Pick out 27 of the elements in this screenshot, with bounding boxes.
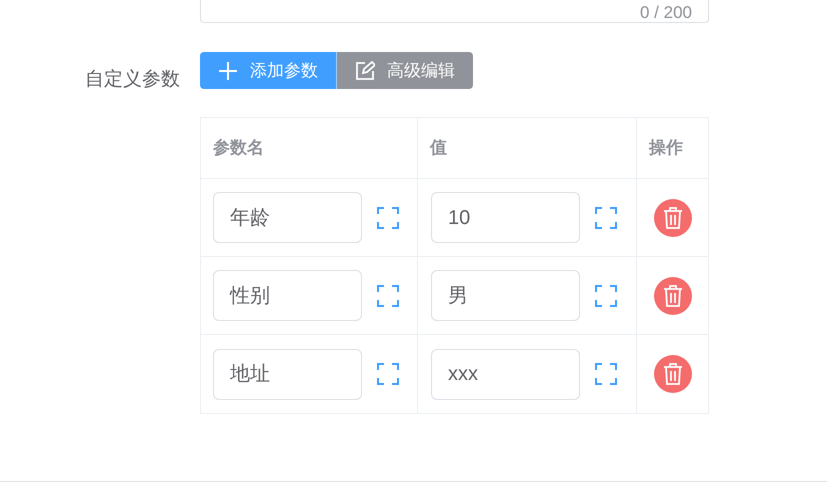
expand-icon[interactable] [595, 363, 617, 385]
trash-icon [662, 206, 682, 228]
plus-icon [218, 60, 238, 80]
name-input[interactable]: 性别 [213, 270, 362, 321]
trash-icon [662, 363, 682, 385]
column-header: 操作 [649, 137, 683, 160]
column-header: 值 [430, 137, 447, 160]
expand-icon[interactable] [377, 206, 399, 228]
advanced-edit-button[interactable]: 高级编辑 [337, 52, 473, 89]
expand-icon[interactable] [595, 284, 617, 306]
delete-button[interactable] [654, 276, 692, 314]
text-area[interactable]: 0 / 200 [200, 0, 709, 23]
trash-icon [662, 284, 682, 306]
value-input[interactable]: 男 [431, 270, 580, 321]
field-label: 自定义参数 [85, 68, 180, 92]
name-input[interactable]: 年龄 [213, 192, 362, 243]
value-input[interactable]: xxx [431, 348, 580, 400]
delete-button[interactable] [654, 198, 692, 236]
expand-icon[interactable] [377, 284, 399, 306]
expand-icon[interactable] [377, 363, 399, 385]
character-counter: 0 / 200 [640, 4, 692, 22]
delete-button[interactable] [654, 355, 692, 393]
expand-icon[interactable] [595, 206, 617, 228]
column-header: 参数名 [213, 137, 264, 160]
value-input[interactable]: 10 [431, 192, 580, 243]
name-input[interactable]: 地址 [213, 348, 362, 400]
edit-icon [355, 60, 375, 80]
